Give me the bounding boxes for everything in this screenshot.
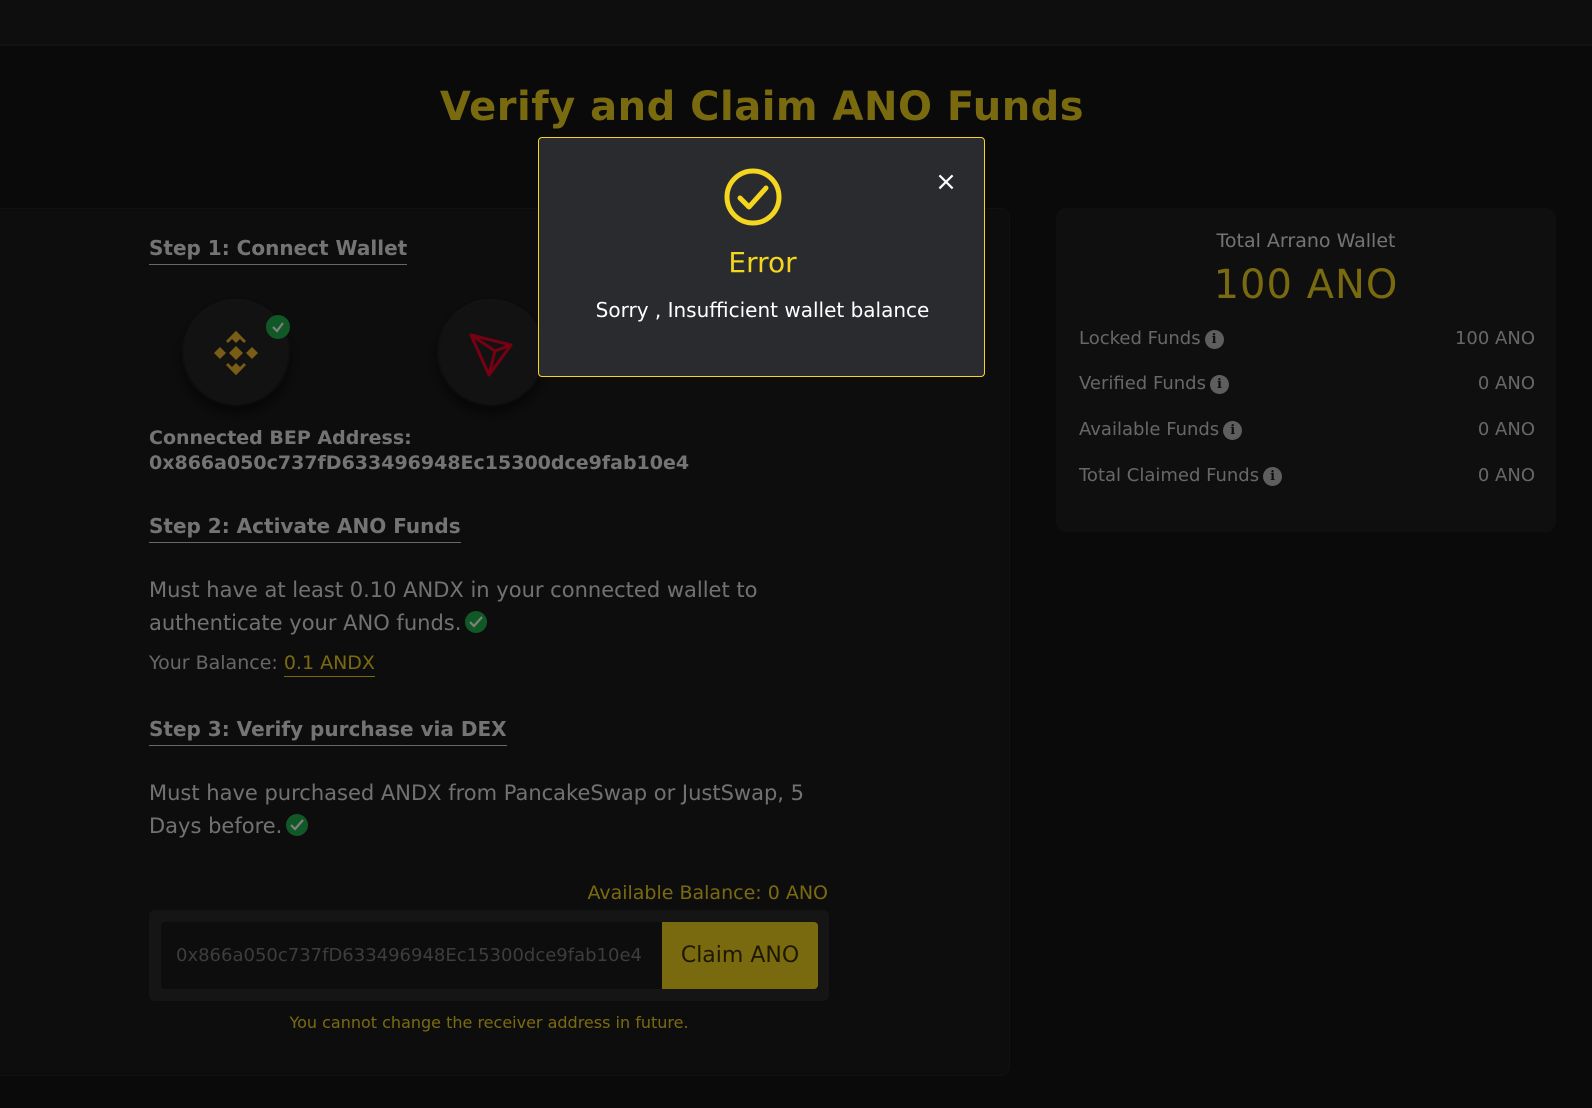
modal-message: Sorry , Insufficient wallet balance xyxy=(595,298,930,322)
modal-title: Error xyxy=(728,246,797,279)
error-modal: × Error Sorry , Insufficient wallet bala… xyxy=(538,137,985,377)
modal-close-button[interactable]: × xyxy=(935,169,957,195)
check-circle-icon xyxy=(724,168,782,226)
